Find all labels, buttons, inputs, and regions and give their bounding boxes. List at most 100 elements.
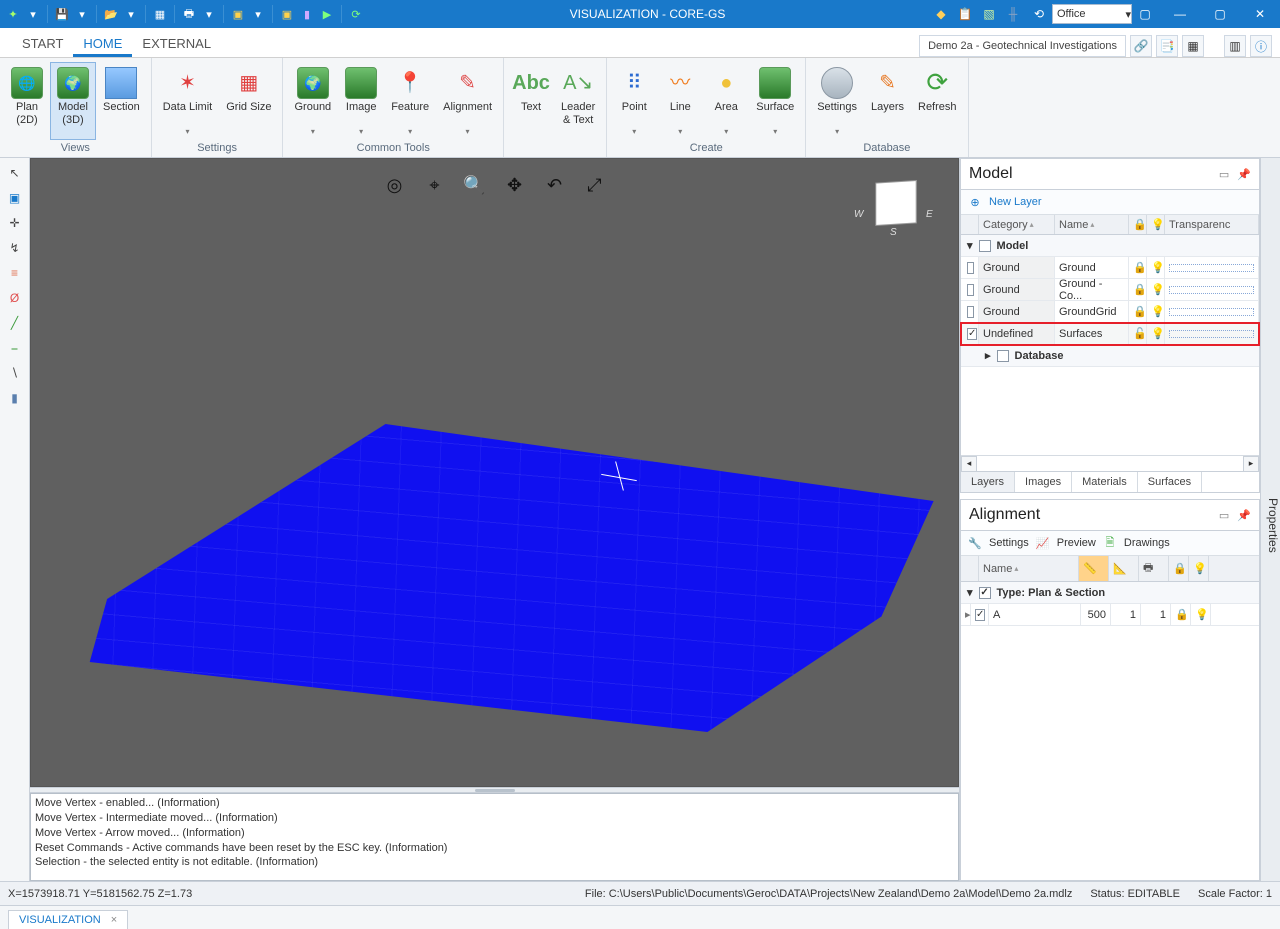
alignment-button[interactable]: ✎Alignment▾ — [436, 62, 499, 140]
close-button[interactable]: ✕ — [1240, 0, 1280, 28]
print-icon[interactable]: 🖶 — [180, 5, 198, 23]
copy-icon[interactable]: 📑 — [1156, 35, 1178, 57]
align-preview-button[interactable]: Preview — [1057, 537, 1096, 549]
draw-angle-icon[interactable]: ∖ — [4, 362, 26, 384]
leader-text-button[interactable]: A↘Leader& Text — [554, 62, 602, 140]
open-icon[interactable]: 📂 — [102, 5, 120, 23]
section-button[interactable]: Section — [96, 62, 147, 140]
message-log[interactable]: Move Vertex - enabled... (Information) M… — [30, 793, 959, 881]
qat-dropdown-2-icon[interactable]: ▾ — [73, 5, 91, 23]
properties-tab[interactable]: Properties — [1260, 158, 1280, 881]
refresh-qat-icon[interactable]: ⟳ — [347, 5, 365, 23]
maximize-button[interactable]: ▢ — [1200, 0, 1240, 28]
tab-surfaces[interactable]: Surfaces — [1138, 472, 1202, 492]
plan-2d-button[interactable]: 🌐Plan(2D) — [4, 62, 50, 140]
layout-icon[interactable]: ▢ — [1134, 3, 1156, 25]
sync-icon[interactable]: ⟲ — [1028, 3, 1050, 25]
image-button[interactable]: Image▾ — [338, 62, 384, 140]
line-button[interactable]: 〰Line▾ — [657, 62, 703, 140]
undo-view-icon[interactable]: ↶ — [541, 171, 569, 199]
new-layer-button[interactable]: New Layer — [989, 196, 1042, 208]
fill-icon[interactable]: ▮ — [4, 387, 26, 409]
tab-images[interactable]: Images — [1015, 472, 1072, 492]
panel-pin-icon[interactable]: 📌 — [1237, 509, 1251, 522]
box-icon[interactable]: ◆ — [930, 3, 952, 25]
minimize-button[interactable]: — — [1160, 0, 1200, 28]
data-limit-button[interactable]: ✶Data Limit▾ — [156, 62, 220, 140]
flag-icon[interactable]: ▶ — [318, 5, 336, 23]
db-settings-button[interactable]: Settings▾ — [810, 62, 864, 140]
qat-dropdown-4-icon[interactable]: ▾ — [200, 5, 218, 23]
status-bar: X=1573918.71 Y=5181562.75 Z=1.73 File: C… — [0, 881, 1280, 905]
select-rect-icon[interactable]: ▣ — [4, 187, 26, 209]
pointer-icon[interactable]: ↖ — [4, 162, 26, 184]
add-icon[interactable]: ⊕ — [967, 194, 983, 210]
viewport-3d[interactable]: ◎ ⌖ 🔍 ✥ ↶ ⤢ S E W — [30, 158, 959, 787]
window-icon[interactable]: ▥ — [1224, 35, 1246, 57]
eye-off-icon[interactable]: Ø — [4, 287, 26, 309]
feature-button[interactable]: 📍Feature▾ — [384, 62, 436, 140]
panel-pin-icon[interactable]: 📌 — [1237, 168, 1251, 181]
surface-button[interactable]: Surface▾ — [749, 62, 801, 140]
layer-row-highlighted[interactable]: Undefined Surfaces 🔓💡 — [961, 323, 1259, 345]
qat-dropdown-icon[interactable]: ▾ — [24, 5, 42, 23]
orbit-icon[interactable]: ◎ — [381, 171, 409, 199]
qat-dropdown-5-icon[interactable]: ▾ — [249, 5, 267, 23]
view-cube[interactable]: S E W — [856, 181, 936, 251]
bars-icon[interactable]: ▮ — [298, 5, 316, 23]
cube-icon[interactable]: ▣ — [229, 5, 247, 23]
project-name-box[interactable]: Demo 2a - Geotechnical Investigations — [919, 35, 1126, 57]
doc-tab-visualization[interactable]: VISUALIZATION × — [8, 910, 128, 929]
tab-materials[interactable]: Materials — [1072, 472, 1138, 492]
model-3d-button[interactable]: 🌍Model(3D) — [50, 62, 96, 140]
help-icon[interactable]: ⓘ — [1250, 35, 1272, 57]
panel-restore-icon[interactable]: ▭ — [1219, 168, 1229, 181]
area-button[interactable]: ●Area▾ — [703, 62, 749, 140]
stop-icon[interactable]: ▦ — [151, 5, 169, 23]
tab-external[interactable]: EXTERNAL — [132, 32, 221, 57]
status-coords: X=1573918.71 Y=5181562.75 Z=1.73 — [8, 888, 192, 900]
grid-icon[interactable]: ▦ — [1182, 35, 1204, 57]
axes-icon[interactable]: ↯ — [4, 237, 26, 259]
clipboard-icon[interactable]: 📋 — [954, 3, 976, 25]
style-select[interactable]: Office▾ — [1052, 4, 1132, 24]
point-button[interactable]: ⠿Point▾ — [611, 62, 657, 140]
save-icon[interactable]: 💾 — [53, 5, 71, 23]
align-drawings-button[interactable]: Drawings — [1124, 537, 1170, 549]
layer-row[interactable]: Ground GroundGrid 🔒💡 — [961, 301, 1259, 323]
ruler-v-icon: 📐 — [1109, 556, 1139, 581]
map-icon[interactable]: ▧ — [978, 3, 1000, 25]
tab-start[interactable]: START — [12, 32, 73, 57]
fullscreen-icon[interactable]: ⤢ — [581, 171, 609, 199]
layer-row[interactable]: Ground Ground 🔒💡 — [961, 257, 1259, 279]
text-button[interactable]: AbcText — [508, 62, 554, 140]
zoom-ext-icon[interactable]: ⌖ — [421, 171, 449, 199]
panel-restore-icon[interactable]: ▭ — [1219, 509, 1229, 522]
align-row[interactable]: ▸ A 500 1 1 🔒 💡 — [961, 604, 1259, 626]
grid-tl-icon[interactable]: ≡ — [4, 262, 26, 284]
tab-home[interactable]: HOME — [73, 32, 132, 57]
link-icon[interactable]: 🔗 — [1130, 35, 1152, 57]
draw-edge-icon[interactable]: ⎯ — [4, 337, 26, 359]
align-tree-node[interactable]: ▾Type: Plan & Section — [961, 582, 1259, 604]
chart-tbr-icon[interactable]: ╫ — [1002, 3, 1024, 25]
qat-dropdown-3-icon[interactable]: ▾ — [122, 5, 140, 23]
draw-line-icon[interactable]: ╱ — [4, 312, 26, 334]
tree-database[interactable]: ▸Database — [961, 345, 1259, 367]
grid-size-button[interactable]: ▦Grid Size — [219, 62, 278, 140]
layers-button[interactable]: ✎Layers — [864, 62, 911, 140]
layer-row[interactable]: Ground Ground - Co... 🔒💡 — [961, 279, 1259, 301]
tree-model[interactable]: ▾Model — [961, 235, 1259, 257]
align-settings-button[interactable]: Settings — [989, 537, 1029, 549]
cube2-icon[interactable]: ▣ — [278, 5, 296, 23]
app-icon[interactable]: ✦ — [4, 5, 22, 23]
refresh-button[interactable]: ⟳Refresh — [911, 62, 964, 140]
zoom-icon[interactable]: 🔍 — [461, 171, 489, 199]
model-hscroll[interactable]: ◂▸ — [961, 455, 1259, 471]
tab-layers[interactable]: Layers — [961, 472, 1015, 492]
close-tab-icon[interactable]: × — [111, 914, 117, 926]
pan-icon[interactable]: ✥ — [501, 171, 529, 199]
status-state: Status: EDITABLE — [1090, 888, 1180, 900]
ground-button[interactable]: 🌍Ground▾ — [287, 62, 338, 140]
target-icon[interactable]: ✛ — [4, 212, 26, 234]
